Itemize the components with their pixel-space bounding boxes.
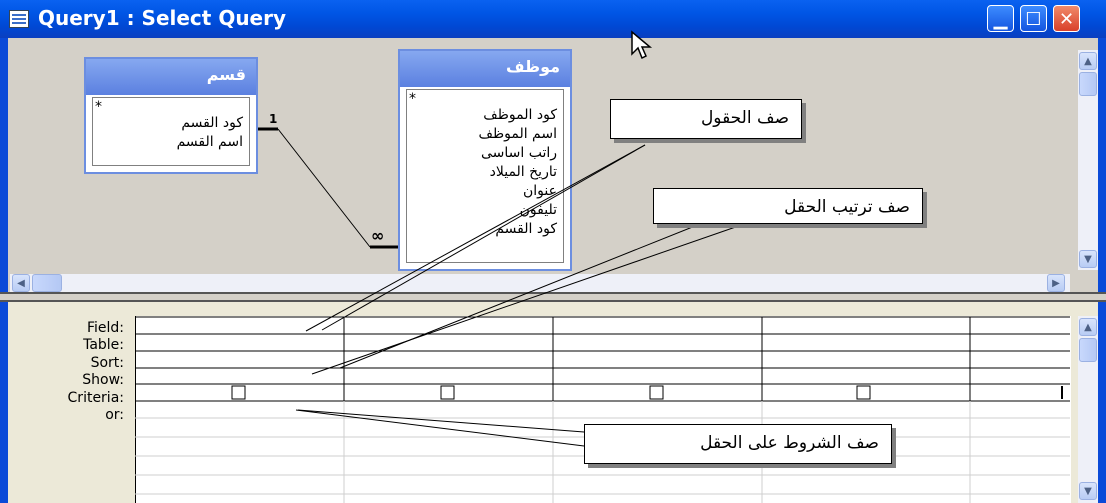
mouse-pointer-icon — [631, 30, 653, 60]
callout-fields-row: صف الحقول — [610, 99, 802, 139]
callout-criteria-row: صف الشروط على الحقل — [584, 424, 892, 464]
relationship-many-label: ∞ — [371, 226, 385, 245]
grid-and-annotation-lines — [135, 127, 1070, 503]
callout-sort-row: صف ترتيب الحقل — [653, 188, 923, 224]
relationship-one-label: 1 — [269, 112, 278, 126]
query-window: Query1 : Select Query ▁ ☐ ✕ قسم * كود ال… — [0, 0, 1106, 503]
